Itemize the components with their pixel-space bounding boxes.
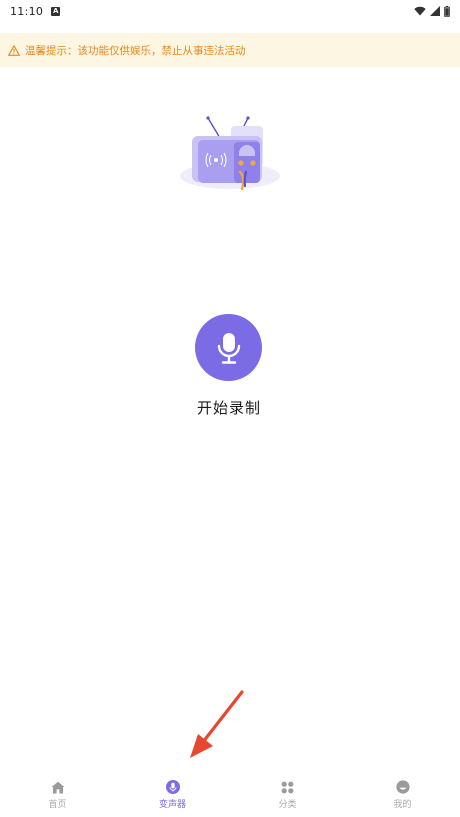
nav-label-home: 首页	[48, 800, 67, 810]
nav-item-home[interactable]: 首页	[0, 768, 115, 817]
nav-item-profile[interactable]: 我的	[345, 768, 460, 817]
home-icon	[51, 780, 65, 794]
nav-label-voice-changer: 变声器	[158, 800, 186, 810]
voice-changer-icon	[165, 780, 180, 794]
status-left: 11:10 A	[10, 4, 61, 18]
notice-text: 温馨提示：该功能仅供娱乐，禁止从事违法活动	[25, 44, 246, 57]
nav-item-category[interactable]: 分类	[230, 768, 345, 817]
status-bar: 11:10 A	[0, 0, 460, 22]
status-right	[414, 5, 450, 17]
nav-label-category: 分类	[278, 800, 297, 810]
notice-banner: 温馨提示：该功能仅供娱乐，禁止从事违法活动	[0, 33, 460, 67]
a-icon: A	[51, 6, 61, 16]
radio-illustration	[180, 116, 280, 191]
arrow-annotation-icon	[190, 690, 244, 758]
signal-icon	[430, 6, 440, 16]
nav-label-profile: 我的	[393, 800, 412, 810]
bottom-nav: 首页 变声器 分类 我的	[0, 768, 460, 817]
grid-icon	[281, 780, 295, 794]
record-label: 开始录制	[196, 399, 261, 417]
voice-changer-page: 11:10 A 温馨提示：该功能仅供娱乐，禁止从事违法活动 开始录制 首页 变声…	[0, 0, 460, 817]
record-button[interactable]	[195, 314, 262, 381]
warning-icon	[8, 44, 20, 56]
status-time: 11:10	[10, 4, 44, 18]
microphone-icon	[217, 332, 240, 364]
wifi-icon	[414, 6, 426, 16]
nav-item-voice-changer[interactable]: 变声器	[115, 768, 230, 817]
battery-icon	[444, 5, 450, 17]
profile-icon	[395, 780, 410, 794]
